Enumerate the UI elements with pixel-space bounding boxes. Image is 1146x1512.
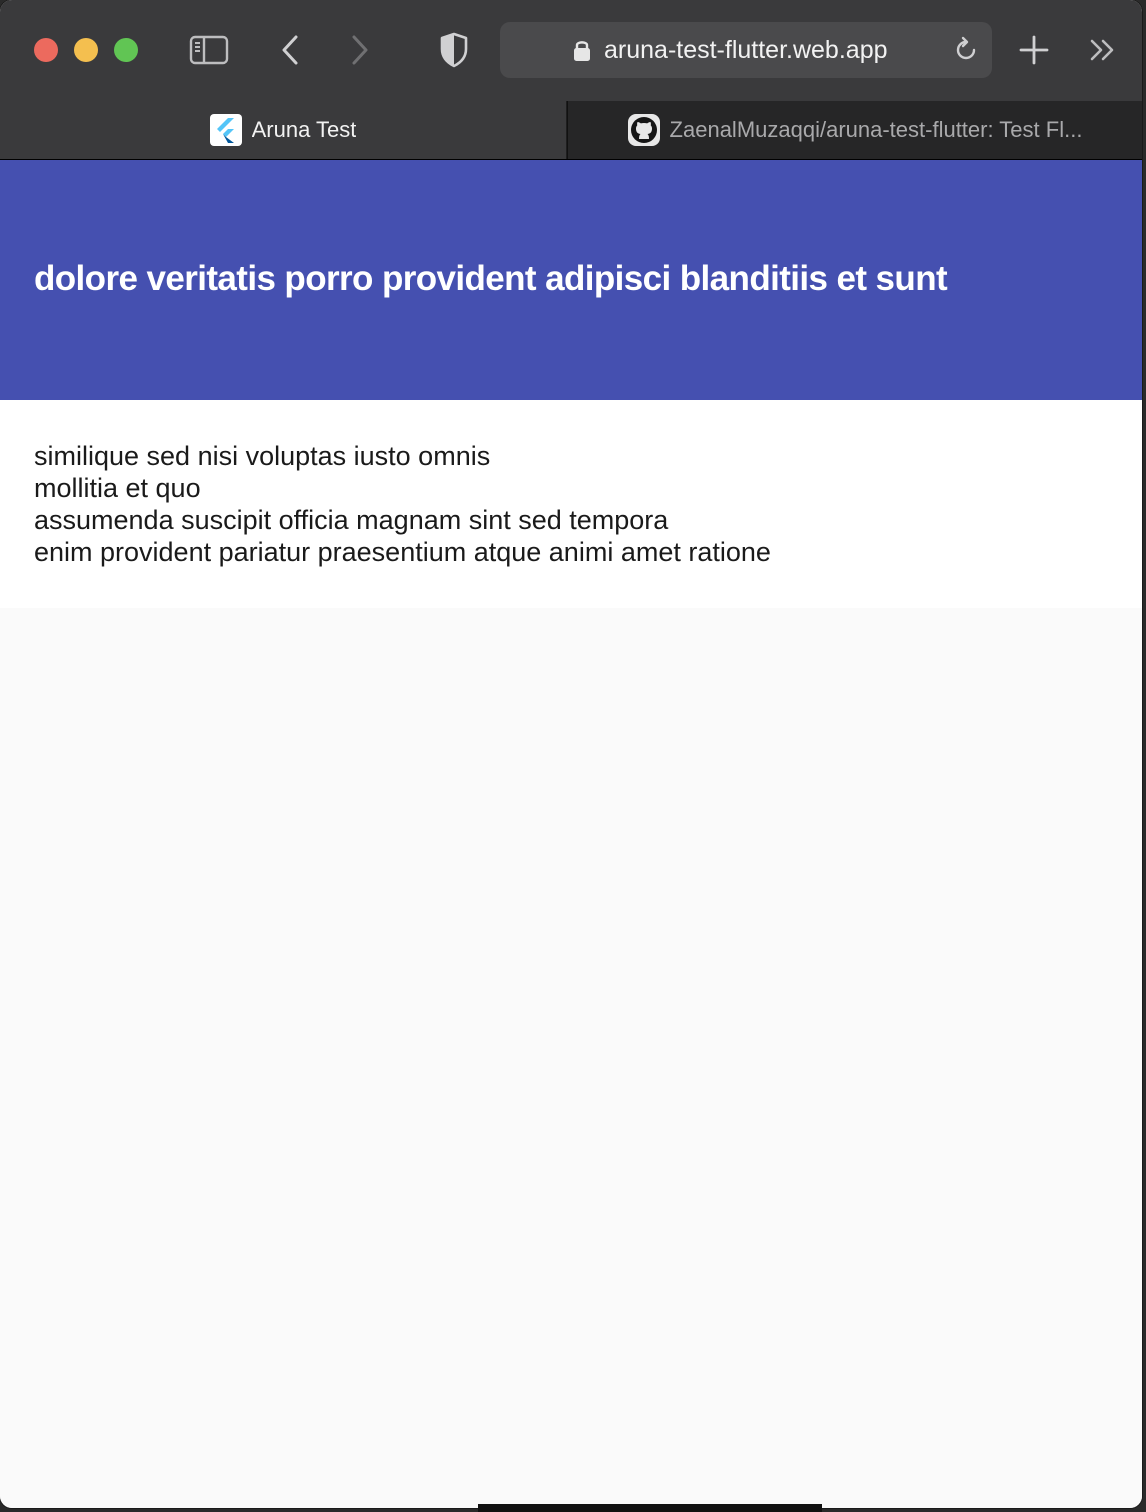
- browser-window: aruna-test-flutter.web.app Aruna Test Za…: [0, 0, 1142, 1508]
- browser-toolbar: aruna-test-flutter.web.app: [0, 0, 1142, 101]
- tab-bar: Aruna Test ZaenalMuzaqqi/aruna-test-flut…: [0, 101, 1142, 160]
- github-icon: [627, 114, 660, 146]
- body-line: mollitia et quo: [34, 473, 201, 503]
- body-text: similique sed nisi voluptas iusto omnis …: [34, 440, 771, 568]
- chevron-right-icon: [352, 35, 368, 65]
- url-text: aruna-test-flutter.web.app: [604, 36, 888, 64]
- reload-icon[interactable]: [952, 36, 980, 64]
- double-chevron-right-icon: [1090, 39, 1114, 61]
- app-bar: dolore veritatis porro provident adipisc…: [0, 160, 1142, 400]
- tab-github-repo[interactable]: ZaenalMuzaqqi/aruna-test-flutter: Test F…: [567, 101, 1142, 159]
- plus-icon: [1019, 35, 1049, 65]
- body-line: assumenda suscipit officia magnam sint s…: [34, 505, 669, 535]
- sidebar-toggle-button[interactable]: [188, 32, 230, 68]
- tab-title: ZaenalMuzaqqi/aruna-test-flutter: Test F…: [669, 117, 1083, 142]
- close-window-button[interactable]: [34, 38, 58, 62]
- forward-button[interactable]: [344, 30, 376, 70]
- privacy-report-button[interactable]: [436, 30, 472, 70]
- sidebar-icon: [189, 35, 229, 65]
- flutter-icon: [209, 114, 242, 146]
- show-more-tabs-button[interactable]: [1086, 30, 1120, 70]
- body-line: enim provident pariatur praesentium atqu…: [34, 537, 771, 567]
- page-title: dolore veritatis porro provident adipisc…: [34, 259, 948, 298]
- new-tab-button[interactable]: [1016, 30, 1052, 70]
- shield-icon: [440, 32, 468, 68]
- back-button[interactable]: [274, 30, 306, 70]
- content-card: similique sed nisi voluptas iusto omnis …: [0, 400, 1142, 608]
- tab-aruna-test[interactable]: Aruna Test: [0, 101, 566, 159]
- chevron-left-icon: [282, 35, 298, 65]
- minimize-window-button[interactable]: [74, 38, 98, 62]
- lock-icon: [574, 41, 590, 61]
- body-line: similique sed nisi voluptas iusto omnis: [34, 441, 491, 471]
- address-bar[interactable]: aruna-test-flutter.web.app: [500, 22, 992, 78]
- maximize-window-button[interactable]: [114, 38, 138, 62]
- background-window-edge: [478, 1504, 822, 1512]
- tab-title: Aruna Test: [251, 117, 357, 142]
- web-page: dolore veritatis porro provident adipisc…: [0, 160, 1142, 1508]
